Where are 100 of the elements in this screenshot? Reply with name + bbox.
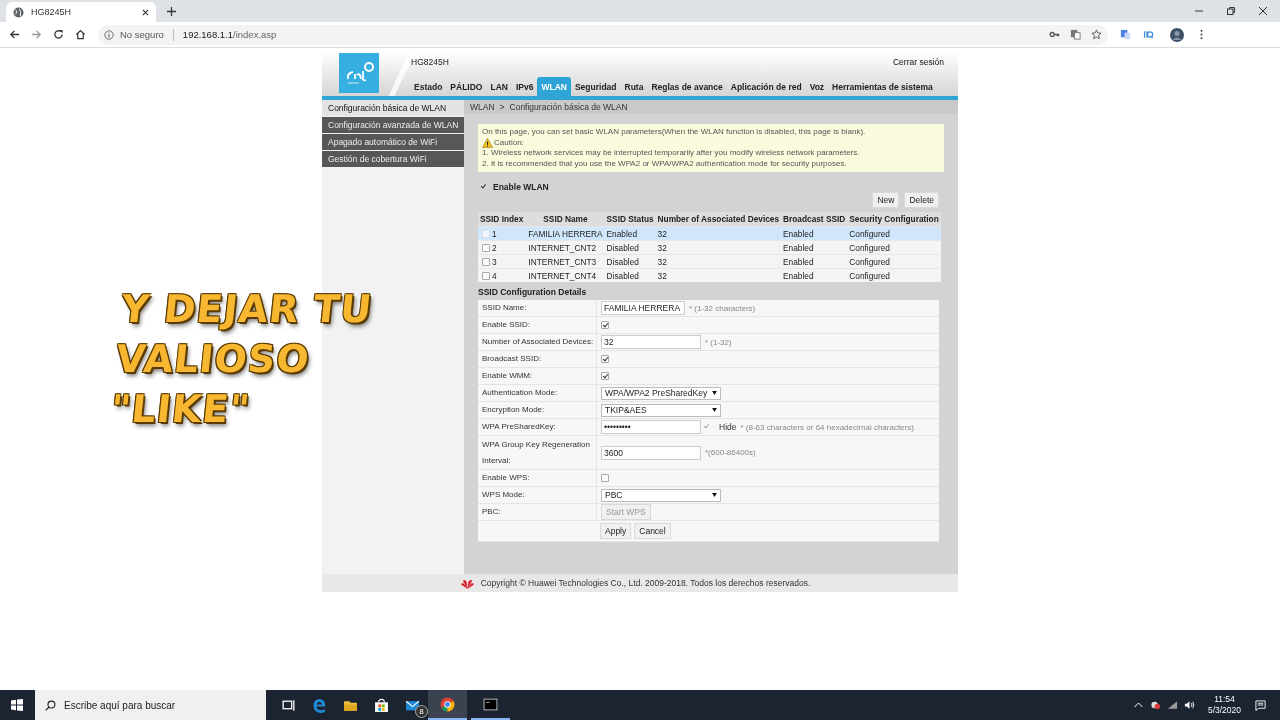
table-cell: INTERNET_CNT2 bbox=[528, 242, 597, 253]
password-field[interactable]: ••••••••• bbox=[601, 420, 701, 434]
field-label: WPS Mode: bbox=[482, 489, 525, 501]
breadcrumb-item: WLAN bbox=[470, 101, 495, 114]
checkbox[interactable] bbox=[601, 355, 609, 363]
column-header: SSID Index bbox=[478, 212, 527, 227]
field-label: Encryption Mode: bbox=[482, 404, 545, 416]
table-cell: Disabled bbox=[606, 256, 639, 267]
caution-label: Caution: bbox=[494, 137, 524, 148]
clock-date: 5/3/2020 bbox=[1207, 705, 1241, 716]
info-icon bbox=[104, 29, 114, 40]
row-checkbox[interactable] bbox=[482, 271, 490, 280]
row-checkbox[interactable] bbox=[482, 257, 490, 266]
table-cell: 3 bbox=[492, 256, 497, 267]
sidebar-item[interactable]: Configuración avanzada de WLAN bbox=[322, 117, 464, 133]
nav-tab[interactable]: PÁLIDO bbox=[446, 77, 487, 96]
table-cell: INTERNET_CNT4 bbox=[528, 270, 597, 281]
cloud-icon[interactable] bbox=[1149, 700, 1161, 710]
table-button[interactable]: Delete bbox=[904, 192, 939, 208]
table-cell: Enabled bbox=[783, 256, 814, 267]
flower-logo-icon bbox=[459, 577, 475, 589]
table-button[interactable]: New bbox=[872, 192, 900, 208]
input-field[interactable]: 3600 bbox=[601, 445, 701, 460]
reload-icon[interactable] bbox=[53, 29, 64, 40]
chrome-icon bbox=[440, 696, 455, 712]
browser-tab[interactable]: HG8245H bbox=[6, 2, 156, 22]
checkbox[interactable] bbox=[601, 474, 609, 482]
checkbox[interactable] bbox=[601, 372, 609, 380]
nav-tab[interactable]: Reglas de avance bbox=[647, 77, 727, 96]
table-cell: Configured bbox=[849, 242, 890, 253]
nav-tab[interactable]: Herramientas de sistema bbox=[828, 77, 937, 96]
speaker-icon[interactable] bbox=[1183, 700, 1195, 710]
forward-icon[interactable] bbox=[31, 29, 42, 40]
table-cell: Enabled bbox=[783, 242, 814, 253]
logo-icon bbox=[339, 53, 379, 93]
dropdown[interactable]: PBC bbox=[601, 488, 721, 502]
field-label: Enable WMM: bbox=[482, 370, 533, 382]
edge-icon[interactable] bbox=[312, 697, 327, 713]
translate-icon[interactable] bbox=[1070, 29, 1081, 40]
sidebar-item[interactable]: Configuración básica de WLAN bbox=[322, 100, 464, 116]
notice-text: On this page, you can set basic WLAN parameters(When the WLAN function is disabled, this page is blank). bbox=[482, 127, 867, 138]
input-field[interactable]: 32 bbox=[601, 335, 701, 349]
sidebar-item[interactable]: Apagado automático de WiFi bbox=[322, 134, 464, 150]
restore-icon[interactable] bbox=[1226, 6, 1236, 16]
warning-icon bbox=[482, 137, 493, 148]
store-icon[interactable] bbox=[374, 697, 389, 713]
table-cell: FAMILIA HERRERA bbox=[528, 228, 603, 239]
nav-tab[interactable]: Ruta bbox=[620, 77, 648, 96]
caret-icon bbox=[712, 493, 717, 497]
caret-icon bbox=[712, 408, 717, 412]
column-header: SSID Name bbox=[526, 212, 605, 227]
address-bar[interactable]: No seguro 192.168.1.1/index.asp bbox=[98, 24, 1108, 45]
nav-tab[interactable]: LAN bbox=[486, 77, 512, 96]
close-icon[interactable] bbox=[1258, 6, 1268, 16]
checkbox[interactable] bbox=[601, 321, 609, 329]
overlay-caption: Y DEJAR TU VALIOSO "LIKE" bbox=[108, 286, 375, 433]
nav-tab[interactable]: Estado bbox=[410, 77, 447, 96]
star-icon[interactable] bbox=[1091, 29, 1102, 40]
copyright-text: Copyright © Huawei Technologies Co., Ltd. 2009-2018. Todos los derechos reservados. bbox=[480, 578, 811, 588]
nav-tab[interactable]: Aplicación de red bbox=[726, 77, 806, 96]
new-tab-icon[interactable] bbox=[167, 7, 176, 16]
notice-text: 1. Wireless network services may be interrupted temporarily after you modify wireless network parameters. bbox=[482, 148, 861, 159]
field-label: Broadcast SSID: bbox=[482, 353, 542, 365]
taskbar-button[interactable] bbox=[428, 690, 467, 720]
field-hint: * (1-32 characters) bbox=[689, 303, 756, 313]
table-cell: 32 bbox=[657, 256, 667, 267]
nav-tab[interactable]: IPv6 bbox=[511, 77, 538, 96]
breadcrumb-item: > bbox=[499, 101, 505, 114]
table-cell: Enabled bbox=[783, 228, 814, 239]
sidebar-item[interactable]: Gestión de cobertura WiFi bbox=[322, 151, 464, 167]
checkbox-label: Enable WLAN bbox=[493, 182, 549, 192]
action-button[interactable]: Cancel bbox=[634, 523, 671, 539]
input-field[interactable]: FAMILIA HERRERA bbox=[601, 301, 685, 315]
close-icon[interactable] bbox=[142, 8, 149, 16]
notification-icon[interactable] bbox=[1255, 699, 1266, 711]
column-header: Security Configuration bbox=[847, 212, 941, 227]
wifi-icon[interactable] bbox=[1166, 700, 1178, 710]
field-label: PBC: bbox=[482, 506, 501, 518]
nav-tab[interactable]: Seguridad bbox=[570, 77, 621, 96]
nav-tab[interactable]: Voz bbox=[805, 77, 829, 96]
key-icon[interactable] bbox=[1049, 29, 1060, 40]
table-cell: 2 bbox=[492, 242, 497, 253]
extension-icon[interactable] bbox=[1143, 29, 1154, 40]
action-button[interactable]: Apply bbox=[600, 523, 632, 539]
table-cell: 1 bbox=[492, 228, 497, 239]
row-checkbox[interactable] bbox=[482, 243, 490, 252]
logout-link[interactable]: Cerrar sesión bbox=[892, 57, 944, 67]
search-icon bbox=[45, 699, 56, 711]
windows-icon[interactable] bbox=[11, 699, 23, 711]
task-view-icon[interactable] bbox=[281, 697, 296, 713]
column-header: Broadcast SSID bbox=[781, 212, 848, 227]
home-icon[interactable] bbox=[75, 29, 86, 40]
translate-icon[interactable] bbox=[1120, 29, 1131, 40]
back-icon[interactable] bbox=[9, 29, 20, 40]
dropdown[interactable]: TKIP&AES bbox=[601, 403, 721, 417]
avatar-icon[interactable] bbox=[1170, 27, 1184, 42]
taskbar-search-field[interactable]: Escribe aquí para buscar bbox=[35, 690, 266, 720]
chevron-up-icon[interactable] bbox=[1132, 700, 1144, 710]
breadcrumb-item: Configuración básica de WLAN bbox=[509, 101, 628, 114]
dropdown[interactable]: WPA/WPA2 PreSharedKey bbox=[601, 386, 721, 400]
